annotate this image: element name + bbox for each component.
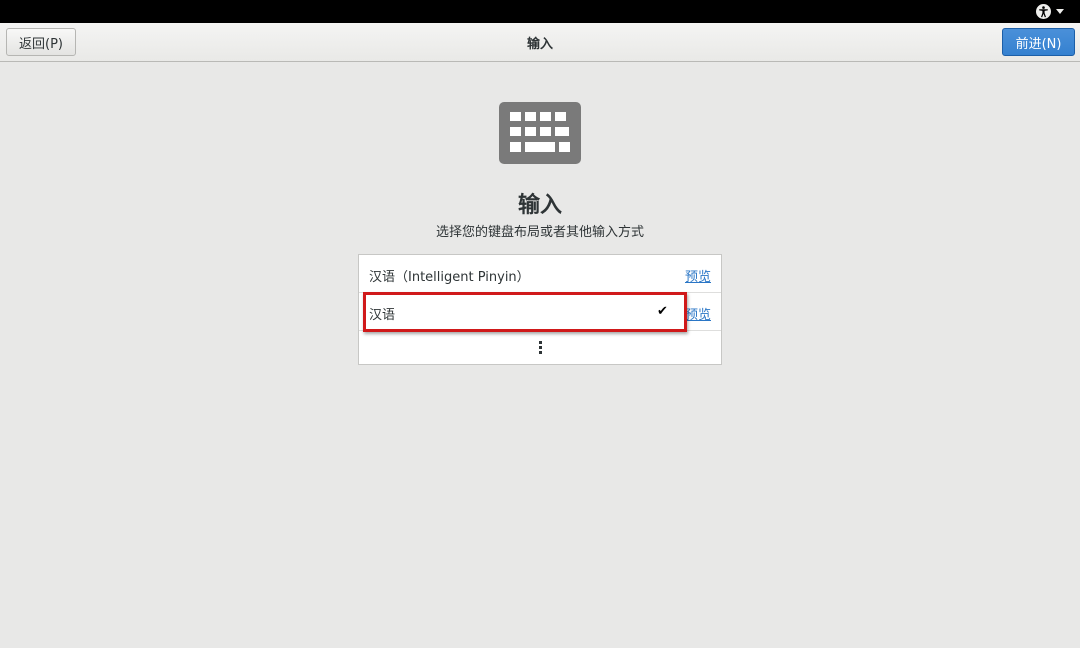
input-source-label: 汉语（Intelligent Pinyin）: [369, 270, 530, 285]
caret-down-icon: [1056, 9, 1064, 14]
input-source-label: 汉语: [369, 308, 396, 323]
vertical-dots-icon: [538, 341, 542, 354]
page-title: 输入: [517, 193, 562, 218]
checkmark-icon: ✔: [657, 304, 668, 319]
input-source-list: 汉语（Intelligent Pinyin） 预览 汉语 ✔ 预览: [358, 254, 722, 365]
accessibility-menu[interactable]: [1036, 3, 1064, 20]
keyboard-icon: [499, 102, 581, 164]
more-input-sources-button[interactable]: [359, 331, 721, 364]
preview-link[interactable]: 预览: [685, 266, 711, 285]
header-bar: 返回(P) 输入 前进(N): [0, 23, 1080, 62]
input-source-row-chinese[interactable]: 汉语 ✔ 预览: [359, 293, 721, 331]
header-title: 输入: [526, 37, 553, 52]
next-button[interactable]: 前进(N): [1002, 28, 1075, 56]
input-source-row-intelligent-pinyin[interactable]: 汉语（Intelligent Pinyin） 预览: [359, 255, 721, 293]
system-top-bar: [0, 0, 1080, 23]
page-subtitle: 选择您的键盘布局或者其他输入方式: [435, 225, 644, 240]
accessibility-icon: [1036, 4, 1051, 19]
preview-link[interactable]: 预览: [685, 304, 711, 323]
